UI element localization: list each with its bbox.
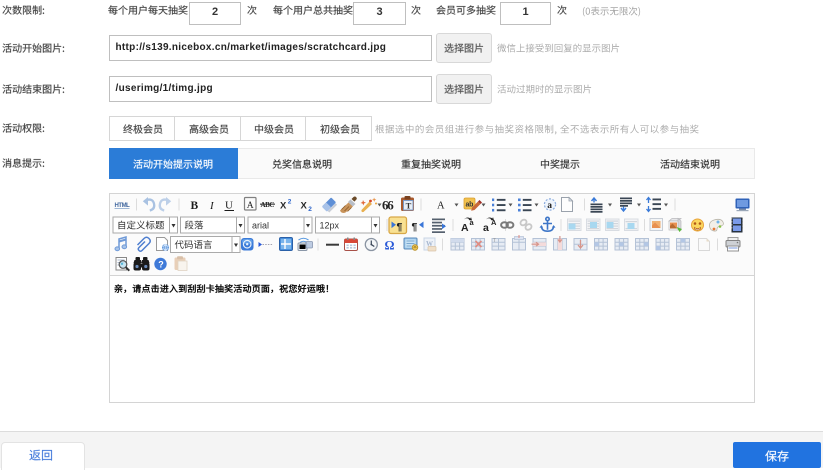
svg-text:A: A [461,222,469,234]
svg-text:Ω: Ω [385,239,395,253]
svg-text:ABC: ABC [261,201,275,209]
svg-text:2: 2 [288,199,292,206]
svg-text:I: I [209,200,215,212]
svg-text:A: A [437,201,445,212]
svg-text:X: X [301,201,308,212]
svg-text:a: a [547,201,552,211]
svg-text:12px: 12px [320,221,340,231]
svg-text:?: ? [158,260,164,270]
svg-text:T: T [406,201,412,211]
svg-text:¶: ¶ [397,221,403,233]
svg-text:¶: ¶ [412,221,418,233]
svg-text:ab: ab [466,202,474,209]
svg-text:66: 66 [382,198,394,213]
svg-text:U: U [225,200,233,212]
svg-text:X: X [280,201,287,212]
svg-text:A: A [247,201,254,211]
svg-text:2: 2 [308,206,312,213]
svg-text:a: a [483,222,489,234]
svg-text:B: B [191,200,199,212]
svg-text:T: T [493,238,496,244]
svg-text:arial: arial [252,221,269,231]
